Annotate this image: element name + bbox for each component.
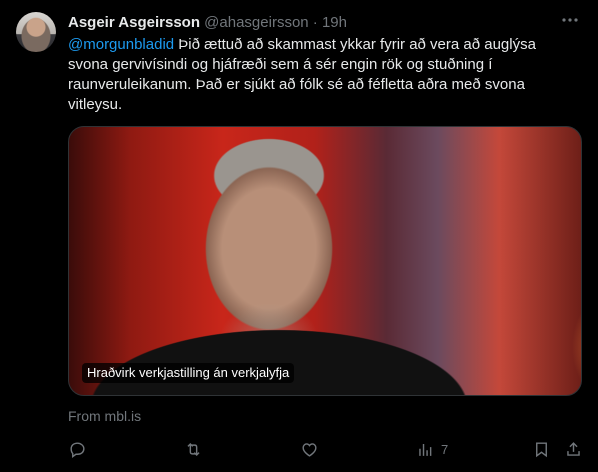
- retweet-icon: [187, 442, 200, 457]
- card-source[interactable]: From mbl.is: [68, 408, 141, 424]
- tweet-header: Asgeir Asgeirsson @ahasgeirsson · 19h: [68, 13, 347, 33]
- tweet-text-line-1: Þið ættuð að skammast ykkar fyrir að ver…: [174, 36, 536, 53]
- reply-button[interactable]: [68, 440, 87, 459]
- separator: ·: [312, 14, 318, 31]
- more-icon[interactable]: [560, 10, 580, 30]
- action-bar: 7: [68, 440, 582, 462]
- views-count: 7: [441, 442, 449, 457]
- views-button[interactable]: 7: [416, 440, 448, 459]
- share-button[interactable]: [564, 440, 583, 459]
- author-name[interactable]: Asgeir Asgeirsson: [68, 14, 200, 31]
- timestamp[interactable]: 19h: [322, 14, 347, 31]
- retweet-button[interactable]: [184, 440, 203, 459]
- tweet-text-line-2: svona gervivísindi og hjáfræði sem á sér…: [68, 56, 493, 73]
- mention-link[interactable]: @morgunbladid: [68, 36, 174, 53]
- tweet-text-line-4: vitleysu.: [68, 96, 123, 113]
- like-button[interactable]: [300, 440, 319, 459]
- reply-icon: [70, 442, 85, 459]
- bookmark-button[interactable]: [532, 440, 551, 459]
- avatar[interactable]: [16, 12, 56, 52]
- heart-icon: [302, 443, 317, 457]
- tweet-text: @morgunbladid Þið ættuð að skammast ykka…: [68, 35, 568, 115]
- author-handle[interactable]: @ahasgeirsson: [204, 14, 308, 31]
- analytics-icon: [419, 443, 432, 456]
- share-icon: [567, 442, 580, 456]
- tweet-text-line-3: raunveruleikanum. Það er sjúkt að fólk s…: [68, 76, 525, 93]
- card-caption: Hraðvirk verkjastilling án verkjalyfja: [82, 363, 295, 383]
- link-card[interactable]: Hraðvirk verkjastilling án verkjalyfja: [68, 126, 582, 396]
- bookmark-icon: [536, 442, 547, 458]
- card-image-shoulders: [69, 327, 489, 395]
